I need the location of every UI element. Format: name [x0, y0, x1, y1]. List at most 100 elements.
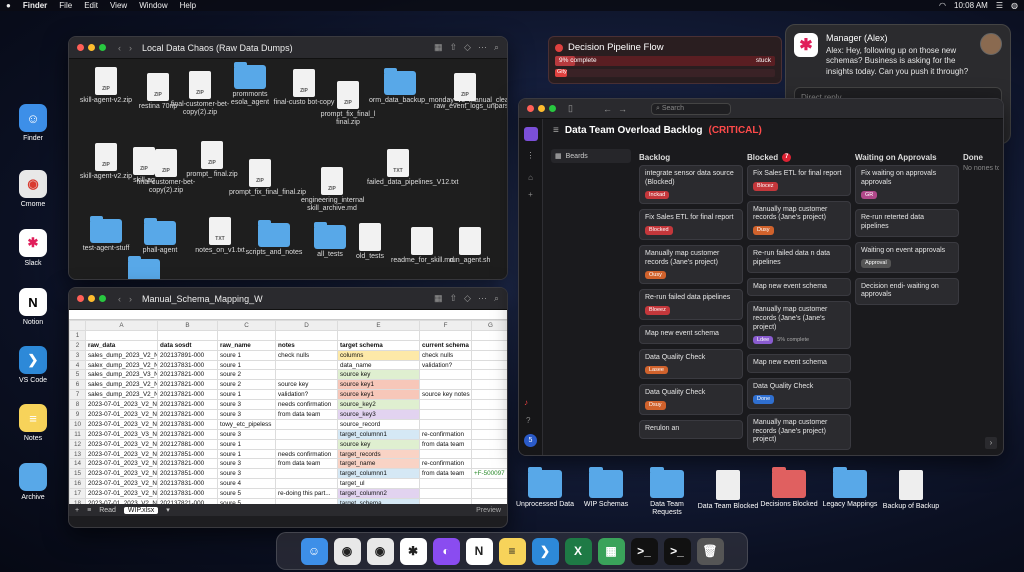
- table-cell[interactable]: [275, 329, 338, 341]
- table-cell[interactable]: [419, 379, 472, 391]
- row-number[interactable]: 9: [69, 409, 86, 420]
- menu-help[interactable]: Help: [180, 1, 196, 10]
- table-cell[interactable]: 2023-07-01_2023_V2_N: [85, 438, 158, 450]
- finder-file[interactable]: TXT failed_data_pipelines_V12.txt: [367, 149, 458, 187]
- tag-icon[interactable]: ◇: [464, 42, 471, 53]
- menu-clock[interactable]: 10:08 AM: [954, 1, 988, 10]
- kanban-card[interactable]: Fix Sales ETL for final report Blocked: [639, 209, 743, 240]
- column-letter[interactable]: A: [85, 320, 158, 331]
- finder-file[interactable]: ZIP engineering_internal skill_archive.md: [301, 167, 364, 214]
- left-dock-item[interactable]: ≡ Notes: [12, 404, 54, 442]
- row-number[interactable]: 12: [69, 438, 86, 450]
- table-cell[interactable]: +F-500097: [471, 468, 507, 480]
- notes-icon[interactable]: ≡: [498, 537, 526, 565]
- table-cell[interactable]: 202137821-000: [157, 389, 218, 401]
- table-cell[interactable]: [275, 369, 338, 381]
- desktop-folder[interactable]: WIP Schemas: [575, 467, 637, 509]
- row-number[interactable]: 16: [69, 478, 86, 490]
- table-cell[interactable]: [275, 478, 338, 490]
- kanban-card[interactable]: Re-run failed data n data pipelines: [747, 245, 851, 273]
- table-cell[interactable]: 202137851-000: [157, 448, 218, 460]
- row-number[interactable]: 15: [69, 468, 86, 480]
- terminal-icon[interactable]: >_: [630, 537, 658, 565]
- table-cell[interactable]: soure 3: [217, 468, 276, 480]
- kanban-card[interactable]: Map new event schema: [747, 354, 851, 374]
- table-cell[interactable]: 2023-07-01_2023_V2_N: [85, 498, 158, 504]
- forward-icon[interactable]: ›: [129, 43, 132, 53]
- kanban-card[interactable]: Re-run reterted data pipelines: [855, 209, 959, 237]
- table-cell[interactable]: soure 4: [217, 478, 276, 490]
- left-dock-item[interactable]: ❯ VS Code: [12, 346, 54, 384]
- table-cell[interactable]: [471, 438, 507, 450]
- table-cell[interactable]: [419, 418, 472, 430]
- sheet-tab-dropdown-icon[interactable]: ▾: [166, 506, 170, 514]
- column-header[interactable]: [471, 339, 507, 351]
- table-cell[interactable]: 2023-07-01_2023_V2_N: [85, 468, 158, 480]
- row-number[interactable]: 10: [69, 418, 86, 430]
- help-icon[interactable]: ?: [526, 416, 530, 425]
- table-cell[interactable]: sales_dump_2023_V2_N: [85, 349, 158, 361]
- formula-bar[interactable]: [69, 310, 507, 320]
- table-cell[interactable]: [471, 349, 507, 361]
- row-number[interactable]: 5: [69, 369, 86, 381]
- finder-file[interactable]: TXT notes_on_v1.txt: [189, 217, 251, 255]
- table-cell[interactable]: 2023-07-01_2023_V2_N: [85, 478, 158, 490]
- home-icon[interactable]: ⌂: [524, 173, 538, 182]
- menu-icon[interactable]: ≡: [553, 125, 559, 136]
- table-cell[interactable]: 202137821-000: [157, 428, 218, 440]
- kanban-card[interactable]: Manually map customer records (Jane's (J…: [747, 301, 851, 350]
- menu-view[interactable]: View: [110, 1, 127, 10]
- row-number[interactable]: 11: [69, 428, 86, 440]
- workspace-icon[interactable]: [523, 127, 538, 141]
- table-cell[interactable]: 2023-07-01_2023_V2_N: [85, 409, 158, 420]
- left-dock-item[interactable]: Archive: [12, 463, 54, 501]
- table-cell[interactable]: [419, 329, 472, 341]
- table-cell[interactable]: 2023-07-01_2023_V2_N: [85, 399, 158, 411]
- zoom-button[interactable]: [549, 105, 556, 112]
- finder-folder[interactable]: orm_data_backup_monday_v3_manual_clean.x…: [369, 68, 507, 105]
- kanban-card[interactable]: Map new event schema: [639, 325, 743, 344]
- row-number[interactable]: 14: [69, 458, 86, 470]
- table-cell[interactable]: [419, 369, 472, 381]
- close-button[interactable]: [77, 44, 84, 51]
- column-header[interactable]: notes: [275, 339, 338, 351]
- notification-badge[interactable]: 5: [524, 434, 537, 447]
- table-cell[interactable]: [471, 359, 507, 371]
- table-cell[interactable]: source key: [275, 379, 338, 391]
- menu-app-name[interactable]: Finder: [23, 1, 47, 10]
- notion-icon[interactable]: N: [465, 537, 493, 565]
- left-dock-item[interactable]: N Notion: [12, 288, 54, 326]
- table-cell[interactable]: 2023-07-01_2023_V2_N: [85, 448, 158, 460]
- kanban-card[interactable]: Manually map customer records (Jane's pr…: [747, 200, 851, 240]
- column-letter[interactable]: C: [217, 320, 276, 331]
- table-cell[interactable]: from data team: [419, 438, 472, 450]
- control-center-icon[interactable]: ☰: [996, 1, 1003, 10]
- close-button[interactable]: [527, 105, 534, 112]
- finder-folder[interactable]: test-agent-stuff: [75, 216, 137, 253]
- table-cell[interactable]: validation?: [419, 359, 472, 371]
- tag-icon[interactable]: ◇: [464, 293, 471, 304]
- table-cell[interactable]: target_records: [337, 448, 420, 460]
- forward-icon[interactable]: →: [618, 104, 627, 114]
- table-cell[interactable]: soure 3: [217, 458, 276, 470]
- sidebar-item-boards[interactable]: ▦ Beards: [551, 149, 631, 163]
- kanban-card[interactable]: Fix waiting on approvals approvals GR: [855, 165, 959, 205]
- column-header[interactable]: raw_name: [217, 339, 276, 351]
- back-icon[interactable]: ‹: [118, 294, 121, 304]
- left-dock-item[interactable]: ◉ Cmome: [12, 170, 54, 208]
- column-header[interactable]: target schema: [337, 339, 420, 351]
- table-cell[interactable]: columns: [337, 349, 420, 361]
- column-letter[interactable]: D: [275, 320, 338, 331]
- table-cell[interactable]: salex_dump_2023_V2_N: [85, 359, 158, 371]
- finder-folder[interactable]: phall-agent: [129, 218, 191, 255]
- table-cell[interactable]: check nulls: [275, 349, 338, 361]
- finder-folder[interactable]: prommonts esola_agent: [219, 62, 281, 108]
- table-cell[interactable]: target_columnn1: [337, 468, 420, 480]
- column-header[interactable]: current schema: [419, 339, 472, 351]
- kanban-card[interactable]: Data Quality Check Dsuy: [639, 384, 743, 415]
- table-cell[interactable]: soure 1: [217, 359, 276, 371]
- search-icon[interactable]: ⌕: [494, 42, 499, 53]
- table-cell[interactable]: [419, 448, 472, 460]
- table-cell[interactable]: [275, 428, 338, 440]
- column-letter[interactable]: B: [157, 320, 218, 331]
